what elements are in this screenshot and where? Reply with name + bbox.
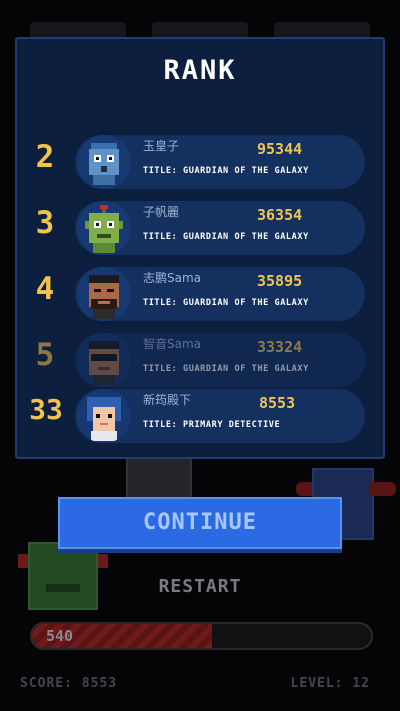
rank-row: 4 志鹏Sama 35895 TITLE: GUARDIAN OF THE GA…: [17, 263, 383, 325]
rank-title: RANK: [163, 55, 237, 86]
score-readout: SCORE: 8553: [20, 676, 118, 691]
blue-robot-avatar: [77, 135, 131, 189]
player-title: TITLE: PRIMARY DETECTIVE: [143, 420, 281, 430]
player-title: TITLE: GUARDIAN OF THE GALAXY: [143, 364, 309, 374]
player-title: TITLE: GUARDIAN OF THE GALAXY: [143, 166, 309, 176]
rank-row: 5 智音Sama 33324 TITLE: GUARDIAN OF THE GA…: [17, 329, 383, 391]
player-name: 志鹏Sama: [143, 271, 202, 285]
player-name: 新筠殿下: [143, 393, 192, 407]
current-player-row: 33 新筠殿下 8553 TITLE: PRIMARY DETECTIVE: [17, 385, 383, 447]
background-dark-robot: [126, 452, 192, 502]
player-score: 95344: [257, 140, 303, 158]
blue-hair-boy-avatar: [77, 389, 131, 443]
player-score: 8553: [259, 394, 296, 412]
player-score: 36354: [257, 206, 303, 224]
player-title: TITLE: GUARDIAN OF THE GALAXY: [143, 298, 309, 308]
background-green-creature: [18, 542, 108, 610]
rank-number: 5: [35, 337, 55, 373]
player-title: TITLE: GUARDIAN OF THE GALAXY: [143, 232, 309, 242]
rank-number: 2: [35, 139, 55, 175]
rank-number: 33: [29, 393, 63, 426]
progress-bar: 540: [30, 622, 373, 650]
rank-number: 4: [35, 271, 55, 307]
green-alien-avatar: [77, 201, 131, 255]
bearded-man-avatar: [77, 267, 131, 321]
sunglasses-man-avatar: [77, 333, 131, 387]
player-score: 35895: [257, 272, 303, 290]
level-readout: LEVEL: 12: [290, 676, 370, 691]
continue-button[interactable]: CONTINUE: [58, 497, 342, 549]
player-score: 33324: [257, 338, 303, 356]
restart-button[interactable]: RESTART: [120, 572, 280, 602]
rank-row: 2 玉皇子 95344 TITLE: GUARDIAN OF THE GALAX…: [17, 131, 383, 193]
player-name: 玉皇子: [143, 139, 180, 153]
rank-row: 3 子帆麗 36354 TITLE: GUARDIAN OF THE GALAX…: [17, 197, 383, 259]
rank-panel: RANK 2 玉皇子 95344 TITLE: GUARDIAN OF THE …: [15, 37, 385, 459]
player-name: 子帆麗: [143, 205, 180, 219]
rank-number: 3: [35, 205, 55, 241]
player-name: 智音Sama: [143, 337, 202, 351]
progress-value: 540: [46, 627, 74, 645]
